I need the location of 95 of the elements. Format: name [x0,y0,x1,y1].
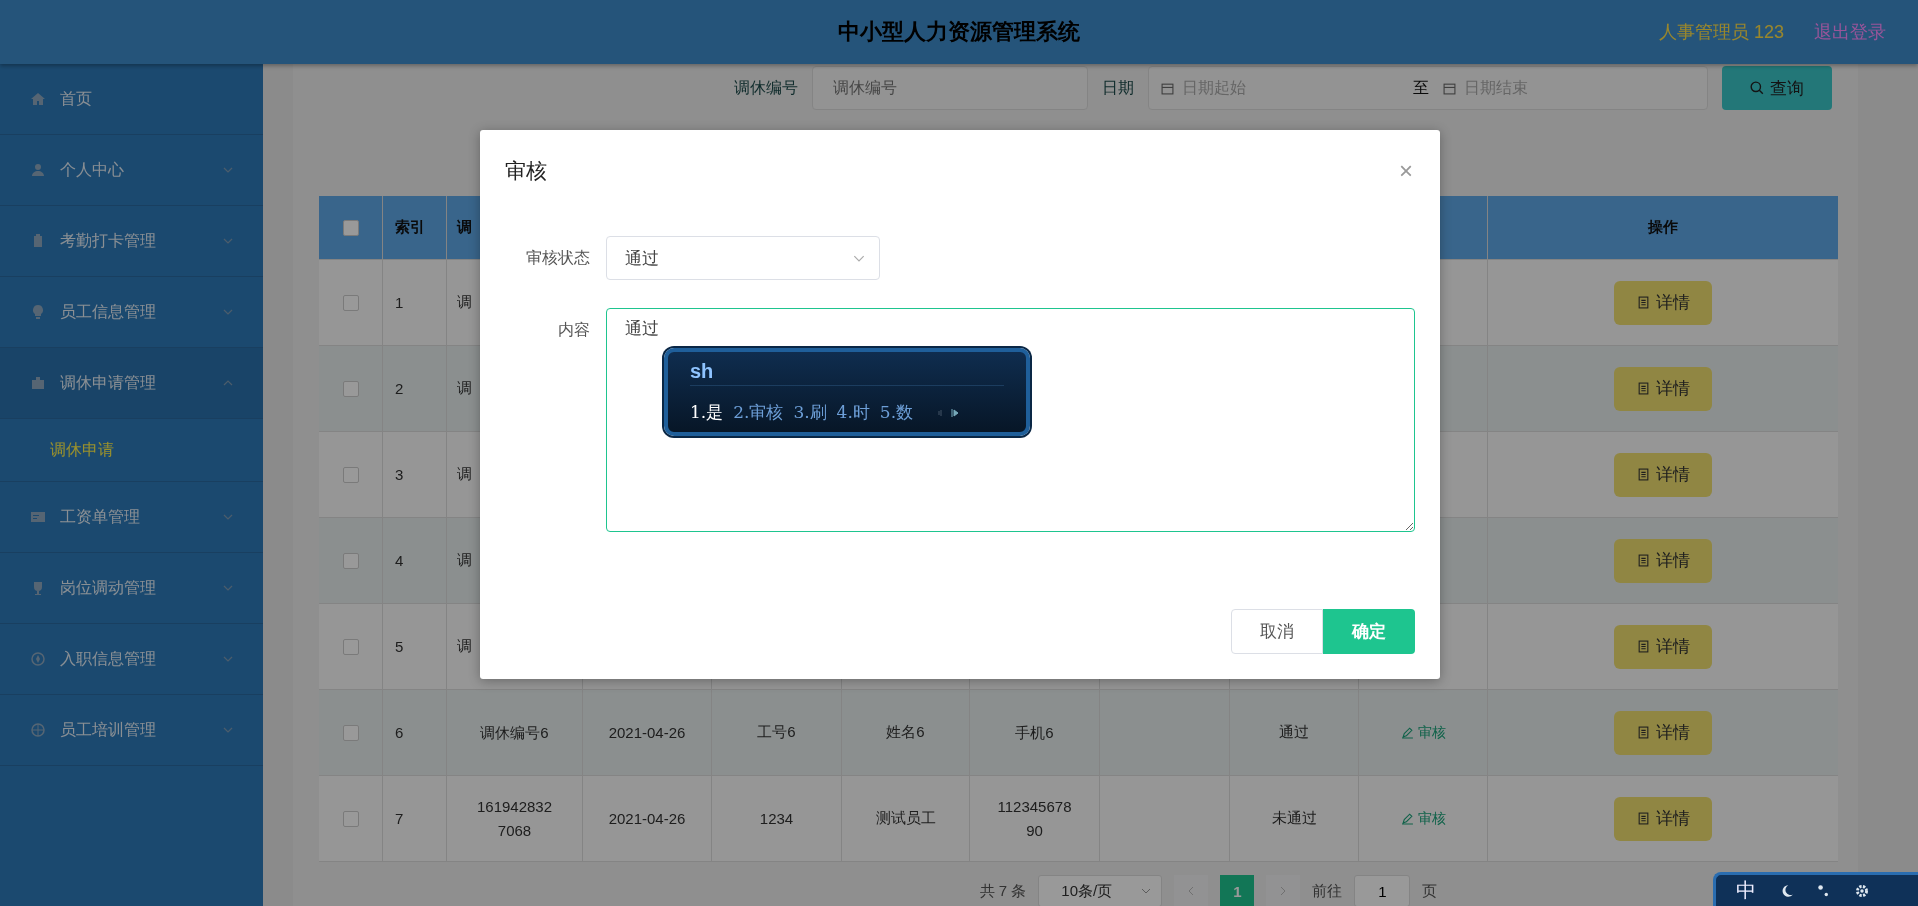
sidebar-item[interactable]: 首页 [0,64,263,135]
page-size-select[interactable]: 10条/页 [1038,875,1163,906]
document-icon [1636,726,1650,739]
chevron-left-icon [1188,886,1195,896]
row-checkbox[interactable] [342,380,359,397]
date-label: 日期 [1102,77,1134,98]
ime-candidate[interactable]: 4.时 [836,401,870,424]
table-cell: 工号6 [712,690,842,775]
table-cell: 11234567890 [970,776,1100,861]
detail-button[interactable]: 详情 [1614,366,1712,411]
table-cell: 2 [383,346,447,431]
row-checkbox[interactable] [342,638,359,655]
detail-button[interactable]: 详情 [1614,710,1712,755]
ime-composition: sh [689,360,1004,386]
select-all-checkbox[interactable] [342,219,359,236]
ime-candidate[interactable]: 1.是 [689,401,724,424]
table-cell: 6 [383,690,447,775]
status-select[interactable]: 通过 [606,236,880,280]
pencil-icon [1400,812,1414,825]
briefcase-icon [30,375,46,391]
date-separator: 至 [1413,77,1429,98]
sidebar-item[interactable]: 考勤打卡管理 [0,206,263,277]
home-icon [30,91,46,107]
table-cell: 2021-04-26 [583,690,712,775]
goto-page-field[interactable]: 1 [1354,875,1411,906]
review-link[interactable]: 审核 [1400,809,1446,828]
card-icon [30,509,46,525]
table-cell: 测试员工 [842,776,970,861]
settings-icon[interactable] [1854,882,1870,899]
table-cell: 7 [383,776,447,861]
table-cell: 1619428327068 [447,776,583,861]
detail-button[interactable]: 详情 [1614,280,1712,325]
table-cell: 3 [383,432,447,517]
detail-button[interactable]: 详情 [1614,538,1712,583]
sidebar-item[interactable]: 入职信息管理 [0,624,263,695]
lightbulb-icon [30,304,46,320]
chevron-icon [853,254,865,262]
table-cell: 通过 [1230,690,1359,775]
pencil-icon [1400,726,1414,739]
document-icon [1636,468,1650,481]
goto-label: 前往 [1312,881,1343,901]
number-field[interactable]: 调休编号 [812,66,1088,110]
search-button[interactable]: 查询 [1722,66,1832,110]
table-cell: 2021-04-26 [583,776,712,861]
user-name: 人事管理员 123 [1658,21,1784,44]
next-page-button[interactable] [1266,875,1301,906]
sidebar-subitem[interactable]: 调休申请 [0,419,263,482]
document-icon [1636,812,1650,825]
document-icon [1636,296,1650,309]
review-link[interactable]: 审核 [1400,723,1446,742]
calendar-icon [1161,81,1174,95]
close-button[interactable]: × [1397,157,1415,185]
ime-mode-toggle[interactable]: 中 [1736,877,1756,904]
row-checkbox[interactable] [342,294,359,311]
document-icon [1636,382,1650,395]
table-cell: 4 [383,518,447,603]
chevron-right-icon [1280,886,1287,896]
document-icon [1636,554,1650,567]
compass-icon [30,651,46,667]
sidebar-item[interactable]: 个人中心 [0,135,263,206]
calendar-icon [1443,81,1456,95]
row-checkbox[interactable] [342,810,359,827]
previous-page-button[interactable] [1174,875,1209,906]
globe-icon [30,722,46,738]
detail-button[interactable]: 详情 [1614,796,1712,841]
app-title: 中小型人力资源管理系统 [838,18,1080,46]
document-icon [1636,640,1650,653]
page-suffix: 页 [1422,881,1438,901]
table-cell: 1 [383,260,447,345]
column-header: 索引 [383,196,447,259]
dialog-title: 审核 [505,158,547,184]
ime-candidate[interactable]: 3.刷 [793,401,827,424]
row-checkbox[interactable] [342,552,359,569]
sidebar-item[interactable]: 工资单管理 [0,482,263,553]
person-icon [30,162,46,178]
row-checkbox[interactable] [342,724,359,741]
table-cell: 调休编号6 [447,690,583,775]
sidebar-item[interactable]: 员工培训管理 [0,695,263,766]
number-label: 调休编号 [734,77,798,98]
row-checkbox[interactable] [342,466,359,483]
cancel-button[interactable]: 取消 [1231,609,1323,654]
column-header: 操作 [1647,217,1679,237]
table-cell: 手机6 [970,690,1100,775]
search-icon [1750,81,1764,95]
table-cell: 未通过 [1230,776,1359,861]
chevron-icon [1141,888,1152,894]
ime-candidate[interactable]: 5.数 [879,401,914,424]
detail-button[interactable]: 详情 [1614,624,1712,669]
table-cell: 姓名6 [842,690,970,775]
ime-candidate[interactable]: 2.审核 [733,401,784,424]
total-count: 共 7 条 [979,881,1027,901]
sidebar-item[interactable]: 岗位调动管理 [0,553,263,624]
detail-button[interactable]: 详情 [1614,452,1712,497]
table-cell: 1234 [712,776,842,861]
table-cell: 5 [383,604,447,689]
